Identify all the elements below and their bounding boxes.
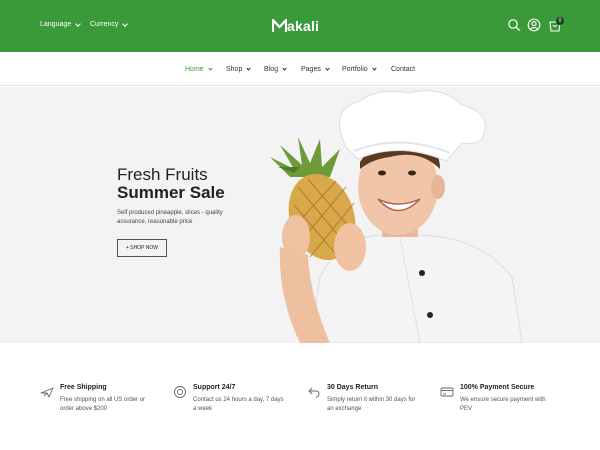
main-navigation: Home Shop Blog Pages Portfolio Contact <box>0 52 600 86</box>
logo-m-icon <box>272 19 287 32</box>
feature-title: 30 Days Return <box>327 384 378 391</box>
feature-title: 100% Payment Secure <box>460 384 535 391</box>
features-strip: Free Shipping Free shipping on all US or… <box>0 343 600 450</box>
search-icon[interactable] <box>507 18 521 32</box>
hero-title-line1: Fresh Fruits <box>117 165 208 184</box>
currency-label: Currency <box>90 21 119 28</box>
nav-label: Portfolio <box>342 66 368 73</box>
feature-text: We ensure secure payment with PEV <box>460 397 546 412</box>
feature-text: Simply return it within 30 days for an e… <box>327 397 416 412</box>
nav-label: Shop <box>226 66 243 73</box>
cart-count-badge: 0 <box>556 17 564 25</box>
hero-banner: Fresh Fruits Summer Sale Self produced p… <box>0 87 600 343</box>
chevron-down-icon <box>246 66 251 71</box>
top-header-bar: Language Currency akali 0 <box>0 0 600 52</box>
chevron-down-icon <box>208 66 213 71</box>
support-icon <box>174 386 186 398</box>
nav-label: Pages <box>301 66 321 73</box>
chevron-down-icon <box>325 66 330 71</box>
language-label: Language <box>40 21 72 28</box>
payment-card-icon <box>440 387 454 397</box>
nav-item-pages[interactable]: Pages <box>301 66 330 73</box>
feature-title: Free Shipping <box>60 384 107 391</box>
shop-now-button[interactable]: + SHOP NOW <box>117 239 167 257</box>
return-icon <box>308 387 320 398</box>
brand-logo[interactable]: akali <box>272 17 319 35</box>
chevron-down-icon <box>122 20 129 27</box>
nav-item-blog[interactable]: Blog <box>264 66 287 73</box>
nav-label: Blog <box>264 66 279 73</box>
currency-dropdown[interactable]: Currency <box>90 20 129 28</box>
user-icon[interactable] <box>527 18 541 32</box>
airplane-icon <box>40 387 54 398</box>
hero-description: Self produced pineapple, slices - qualit… <box>117 210 223 225</box>
nav-item-home[interactable]: Home <box>185 66 213 73</box>
nav-label: Home <box>185 66 204 73</box>
nav-item-shop[interactable]: Shop <box>226 66 251 73</box>
nav-item-portfolio[interactable]: Portfolio <box>342 66 377 73</box>
chevron-down-icon <box>75 20 81 27</box>
language-dropdown[interactable]: Language <box>40 20 81 28</box>
chevron-down-icon <box>372 66 377 71</box>
nav-item-contact[interactable]: Contact <box>391 66 415 73</box>
feature-title: Support 24/7 <box>193 384 236 391</box>
hero-title-line2: Summer Sale <box>117 183 225 202</box>
chef-boy-pineapple-image <box>270 90 523 343</box>
nav-label: Contact <box>391 66 416 73</box>
feature-text: Free shipping on all US order or order a… <box>60 397 146 412</box>
brand-name: akali <box>287 18 320 34</box>
chevron-down-icon <box>282 66 287 71</box>
feature-text: Contact us 24 hours a day, 7 days a week <box>193 397 284 412</box>
